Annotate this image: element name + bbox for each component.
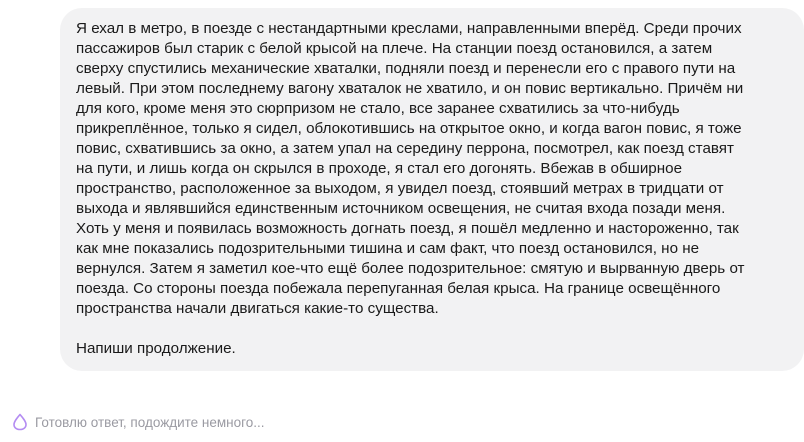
status-text: Готовлю ответ, подождите немного...: [35, 414, 265, 430]
assistant-logo-icon: [12, 413, 28, 431]
message-line: левый. При этом последнему вагону хватал…: [76, 80, 744, 97]
message-line: прикреплённое, только я сидел, облокотив…: [76, 120, 742, 137]
message-line: для кого, кроме меня это сюрпризом не ст…: [76, 100, 680, 117]
user-message-bubble: Я ехал в метро, в поезде с нестандартным…: [60, 8, 804, 371]
user-message-prompt: Напиши продолжение.: [76, 340, 236, 357]
message-line: Хоть у меня и появилась возможность догн…: [76, 220, 739, 237]
message-line: сверху спустились механические хваталки,…: [76, 60, 736, 77]
message-line: пространства начали двигаться какие-то с…: [76, 300, 439, 317]
response-status: Готовлю ответ, подождите немного...: [12, 412, 265, 432]
message-line: поезда. Со стороны поезда побежала переп…: [76, 280, 721, 297]
message-line: Я ехал в метро, в поезде с нестандартным…: [76, 20, 742, 37]
message-line: повис, схватившись за окно, а затем упал…: [76, 140, 734, 157]
message-line: как мне показались подозрительными тишин…: [76, 240, 700, 257]
message-line: выхода и являвшийся единственным источни…: [76, 200, 726, 217]
message-line: пространство, расположенное за выходом, …: [76, 180, 724, 197]
message-line: на пути, и лишь когда он скрылся в прохо…: [76, 160, 683, 177]
message-line: вернулся. Затем я заметил кое-что ещё бо…: [76, 260, 745, 277]
message-line: пассажиров был старик с белой крысой на …: [76, 40, 713, 57]
user-message-text: Я ехал в метро, в поезде с нестандартным…: [76, 19, 788, 319]
chat-page: Я ехал в метро, в поезде с нестандартным…: [0, 0, 804, 442]
